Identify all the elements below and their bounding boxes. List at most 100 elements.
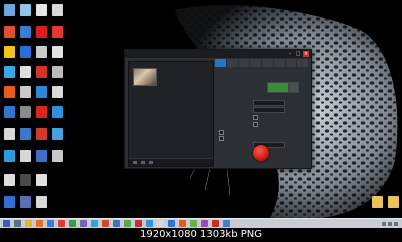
taskbar-app-icon[interactable] bbox=[80, 220, 87, 227]
desktop-icon[interactable] bbox=[52, 4, 63, 16]
tab-6[interactable] bbox=[274, 59, 286, 67]
setting-checkbox[interactable] bbox=[253, 115, 258, 120]
volume-icon[interactable] bbox=[388, 222, 392, 226]
settings-row bbox=[217, 100, 307, 106]
record-button[interactable] bbox=[253, 145, 269, 161]
desktop-icon[interactable] bbox=[20, 196, 31, 208]
desktop-icon[interactable] bbox=[4, 4, 15, 16]
desktop-icon[interactable] bbox=[372, 196, 383, 208]
desktop-icon[interactable] bbox=[4, 128, 15, 140]
desktop-icon[interactable] bbox=[52, 46, 63, 58]
desktop-icon[interactable] bbox=[36, 86, 47, 98]
desktop-icon[interactable] bbox=[36, 4, 47, 16]
system-tray bbox=[382, 220, 400, 228]
taskbar-app-icon[interactable] bbox=[146, 220, 153, 227]
desktop-icon[interactable] bbox=[4, 26, 15, 38]
taskbar-app-icon[interactable] bbox=[124, 220, 131, 227]
settings-row bbox=[217, 115, 307, 120]
setting-select[interactable] bbox=[253, 107, 285, 113]
desktop-icon[interactable] bbox=[4, 150, 15, 162]
desktop-icon[interactable] bbox=[388, 196, 399, 208]
desktop-icon[interactable] bbox=[4, 66, 15, 78]
tab-2[interactable] bbox=[227, 59, 239, 67]
tab-4[interactable] bbox=[250, 59, 262, 67]
desktop-icon[interactable] bbox=[20, 128, 31, 140]
setting-checkbox[interactable] bbox=[219, 136, 224, 141]
desktop-icon[interactable] bbox=[4, 174, 15, 186]
desktop-icon[interactable] bbox=[20, 4, 31, 16]
capture-mode-button[interactable] bbox=[289, 82, 299, 93]
desktop-icon[interactable] bbox=[20, 26, 31, 38]
desktop-icon[interactable] bbox=[20, 106, 31, 118]
recorder-window[interactable]: – □ × bbox=[124, 49, 312, 169]
minimize-button[interactable]: – bbox=[287, 51, 293, 57]
network-icon[interactable] bbox=[382, 222, 386, 226]
desktop-icon[interactable] bbox=[36, 196, 47, 208]
taskbar-app-icon[interactable] bbox=[179, 220, 186, 227]
library-toolbar bbox=[129, 158, 213, 166]
media-library-pane[interactable] bbox=[128, 61, 214, 167]
maximize-button[interactable]: □ bbox=[295, 51, 301, 57]
setting-checkbox[interactable] bbox=[253, 122, 258, 127]
desktop-icon[interactable] bbox=[20, 174, 31, 186]
taskbar-app-icon[interactable] bbox=[168, 220, 175, 227]
capture-preview[interactable] bbox=[267, 82, 289, 93]
desktop-icon[interactable] bbox=[52, 26, 63, 38]
taskbar-app-icon[interactable] bbox=[58, 220, 65, 227]
tab-3[interactable] bbox=[239, 59, 251, 67]
taskbar-app-icon[interactable] bbox=[113, 220, 120, 227]
window-titlebar[interactable]: – □ × bbox=[125, 50, 311, 58]
desktop-icon[interactable] bbox=[20, 86, 31, 98]
video-thumbnail[interactable] bbox=[133, 68, 157, 86]
desktop-icon[interactable] bbox=[52, 128, 63, 140]
setting-select[interactable] bbox=[253, 100, 285, 106]
folder-icon[interactable] bbox=[149, 161, 153, 164]
keyboard-icon[interactable] bbox=[394, 222, 398, 226]
taskbar-app-icon[interactable] bbox=[201, 220, 208, 227]
desktop-icon[interactable] bbox=[36, 26, 47, 38]
taskbar-app-icon[interactable] bbox=[212, 220, 219, 227]
desktop-icon[interactable] bbox=[4, 196, 15, 208]
taskbar-app-icon[interactable] bbox=[69, 220, 76, 227]
desktop-icon[interactable] bbox=[36, 66, 47, 78]
desktop-icon[interactable] bbox=[4, 106, 15, 118]
tab-7[interactable] bbox=[286, 59, 298, 67]
taskbar-app-icon[interactable] bbox=[36, 220, 43, 227]
desktop-icon[interactable] bbox=[36, 46, 47, 58]
image-caption: 1920x1080 1303kb PNG bbox=[0, 228, 402, 242]
taskbar-app-icon[interactable] bbox=[135, 220, 142, 227]
desktop-icon[interactable] bbox=[52, 66, 63, 78]
tab-8[interactable] bbox=[297, 59, 309, 67]
desktop-icon[interactable] bbox=[20, 150, 31, 162]
settings-pane bbox=[215, 59, 309, 167]
taskbar-app-icon[interactable] bbox=[223, 220, 230, 227]
delete-icon[interactable] bbox=[141, 161, 145, 164]
taskbar-app-icon[interactable] bbox=[190, 220, 197, 227]
taskbar bbox=[0, 218, 402, 228]
add-icon[interactable] bbox=[133, 161, 137, 164]
settings-row bbox=[217, 136, 307, 141]
desktop-icon[interactable] bbox=[36, 174, 47, 186]
desktop-icon[interactable] bbox=[20, 66, 31, 78]
desktop-icon[interactable] bbox=[36, 106, 47, 118]
desktop-icon[interactable] bbox=[36, 150, 47, 162]
tab-5[interactable] bbox=[262, 59, 274, 67]
taskbar-app-icon[interactable] bbox=[102, 220, 109, 227]
desktop-icon[interactable] bbox=[52, 106, 63, 118]
taskbar-app-icon[interactable] bbox=[25, 220, 32, 227]
setting-checkbox[interactable] bbox=[219, 130, 224, 135]
start-button[interactable] bbox=[3, 220, 10, 227]
close-button[interactable]: × bbox=[303, 51, 309, 57]
desktop-icon[interactable] bbox=[4, 46, 15, 58]
taskbar-app-icon[interactable] bbox=[14, 220, 21, 227]
settings-row bbox=[217, 122, 307, 127]
taskbar-app-icon[interactable] bbox=[47, 220, 54, 227]
taskbar-app-icon[interactable] bbox=[91, 220, 98, 227]
tab-1[interactable] bbox=[215, 59, 227, 67]
desktop-icon[interactable] bbox=[52, 86, 63, 98]
desktop-icon[interactable] bbox=[52, 150, 63, 162]
desktop-icon[interactable] bbox=[36, 128, 47, 140]
taskbar-app-icon[interactable] bbox=[157, 220, 164, 227]
desktop-icon[interactable] bbox=[4, 86, 15, 98]
desktop-icon[interactable] bbox=[20, 46, 31, 58]
